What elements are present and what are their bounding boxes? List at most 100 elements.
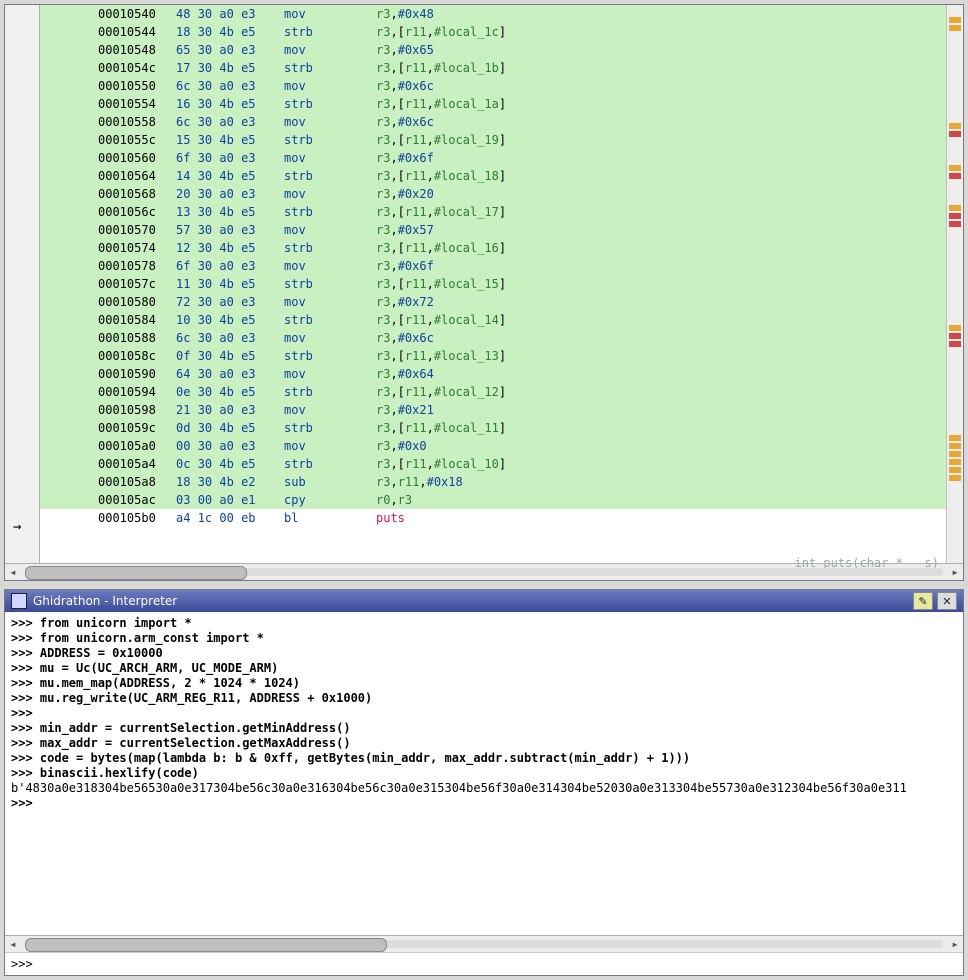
listing-row[interactable]: 0001054865 30 a0 e3movr3,#0x65 xyxy=(40,41,946,59)
interpreter-line: >>> from unicorn.arm_const import * xyxy=(11,631,957,646)
listing-row[interactable]: 0001059064 30 a0 e3movr3,#0x64 xyxy=(40,365,946,383)
address: 0001054c xyxy=(98,59,176,77)
operands: r3,[r11,#local_18] xyxy=(376,167,946,185)
listing-row[interactable]: 0001059821 30 a0 e3movr3,#0x21 xyxy=(40,401,946,419)
operands: r3,[r11,#local_19] xyxy=(376,131,946,149)
bytes: 18 30 4b e2 xyxy=(176,473,284,491)
overview-mark[interactable] xyxy=(949,205,961,211)
overview-mark[interactable] xyxy=(949,341,961,347)
bytes: 0d 30 4b e5 xyxy=(176,419,284,437)
bytes: 72 30 a0 e3 xyxy=(176,293,284,311)
interpreter-line: >>> code = bytes(map(lambda b: b & 0xff,… xyxy=(11,751,957,766)
listing-lines[interactable]: 0001054048 30 a0 e3movr3,#0x480001054418… xyxy=(40,5,946,563)
operands: r3,[r11,#local_13] xyxy=(376,347,946,365)
bytes: 15 30 4b e5 xyxy=(176,131,284,149)
listing-row[interactable]: 0001054418 30 4b e5strbr3,[r11,#local_1c… xyxy=(40,23,946,41)
overview-mark[interactable] xyxy=(949,173,961,179)
listing-row[interactable]: 000105a40c 30 4b e5strbr3,[r11,#local_10… xyxy=(40,455,946,473)
overview-strip[interactable] xyxy=(946,5,963,563)
listing-row[interactable]: 000105586c 30 a0 e3movr3,#0x6c xyxy=(40,113,946,131)
listing-row[interactable]: 0001055416 30 4b e5strbr3,[r11,#local_1a… xyxy=(40,95,946,113)
overview-mark[interactable] xyxy=(949,25,961,31)
mnemonic: bl xyxy=(284,509,376,527)
overview-mark[interactable] xyxy=(949,123,961,129)
interpreter-hscroll-thumb[interactable] xyxy=(25,938,387,952)
edit-icon[interactable]: ✎ xyxy=(913,592,933,610)
listing-row[interactable]: 0001055c15 30 4b e5strbr3,[r11,#local_19… xyxy=(40,131,946,149)
interpreter-window-icon xyxy=(11,593,27,609)
interpreter-line: >>> mu.mem_map(ADDRESS, 2 * 1024 * 1024) xyxy=(11,676,957,691)
overview-mark[interactable] xyxy=(949,333,961,339)
operands: r3,[r11,#local_1b] xyxy=(376,59,946,77)
interpreter-input[interactable] xyxy=(37,956,957,972)
mnemonic: cpy xyxy=(284,491,376,509)
listing-hscroll-thumb[interactable] xyxy=(25,566,247,580)
interpreter-titlebar[interactable]: Ghidrathon - Interpreter ✎ ✕ xyxy=(5,590,963,612)
listing-row[interactable]: 000105606f 30 a0 e3movr3,#0x6f xyxy=(40,149,946,167)
interpreter-hscrollbar[interactable]: ◂ ▸ xyxy=(5,935,963,952)
scroll-left-icon[interactable]: ◂ xyxy=(5,936,21,952)
address: 000105a0 xyxy=(98,437,176,455)
listing-row[interactable]: 0001059c0d 30 4b e5strbr3,[r11,#local_11… xyxy=(40,419,946,437)
listing-row[interactable]: 0001056820 30 a0 e3movr3,#0x20 xyxy=(40,185,946,203)
scroll-right-icon[interactable]: ▸ xyxy=(947,564,963,580)
mnemonic: strb xyxy=(284,275,376,293)
listing-row[interactable]: 0001057412 30 4b e5strbr3,[r11,#local_16… xyxy=(40,239,946,257)
operands: r3,[r11,#local_11] xyxy=(376,419,946,437)
overview-mark[interactable] xyxy=(949,131,961,137)
interpreter-hscroll-track[interactable] xyxy=(25,940,943,948)
overview-mark[interactable] xyxy=(949,325,961,331)
overview-mark[interactable] xyxy=(949,213,961,219)
listing-row[interactable]: 0001057c11 30 4b e5strbr3,[r11,#local_15… xyxy=(40,275,946,293)
listing-gutter: → xyxy=(5,5,40,563)
mnemonic: strb xyxy=(284,59,376,77)
overview-mark[interactable] xyxy=(949,165,961,171)
listing-row[interactable]: 0001054048 30 a0 e3movr3,#0x48 xyxy=(40,5,946,23)
overview-mark[interactable] xyxy=(949,451,961,457)
overview-mark[interactable] xyxy=(949,17,961,23)
overview-mark[interactable] xyxy=(949,443,961,449)
address: 0001056c xyxy=(98,203,176,221)
bytes: 6c 30 a0 e3 xyxy=(176,77,284,95)
mnemonic: strb xyxy=(284,203,376,221)
close-icon[interactable]: ✕ xyxy=(937,592,957,610)
overview-mark[interactable] xyxy=(949,475,961,481)
listing-row[interactable]: 000105a000 30 a0 e3movr3,#0x0 xyxy=(40,437,946,455)
listing-row[interactable]: 0001058410 30 4b e5strbr3,[r11,#local_14… xyxy=(40,311,946,329)
listing-row[interactable]: 000105b0a4 1c 00 ebblputs xyxy=(40,509,946,527)
mnemonic: strb xyxy=(284,95,376,113)
listing-row[interactable]: 0001058c0f 30 4b e5strbr3,[r11,#local_13… xyxy=(40,347,946,365)
scroll-left-icon[interactable]: ◂ xyxy=(5,564,21,580)
interpreter-prompt-line: >>> xyxy=(5,952,963,975)
mnemonic: strb xyxy=(284,23,376,41)
listing-row[interactable]: 0001058072 30 a0 e3movr3,#0x72 xyxy=(40,293,946,311)
mnemonic: mov xyxy=(284,437,376,455)
operands: r3,#0x72 xyxy=(376,293,946,311)
listing-row[interactable]: 000105a818 30 4b e2subr3,r11,#0x18 xyxy=(40,473,946,491)
listing-row[interactable]: 000105506c 30 a0 e3movr3,#0x6c xyxy=(40,77,946,95)
interpreter-line: >>> mu.reg_write(UC_ARM_REG_R11, ADDRESS… xyxy=(11,691,957,706)
listing-row[interactable]: 000105ac03 00 a0 e1cpyr0,r3 xyxy=(40,491,946,509)
listing-row[interactable]: 0001056414 30 4b e5strbr3,[r11,#local_18… xyxy=(40,167,946,185)
address: 000105a8 xyxy=(98,473,176,491)
overview-mark[interactable] xyxy=(949,221,961,227)
overview-mark[interactable] xyxy=(949,435,961,441)
interpreter-line: >>> from unicorn import * xyxy=(11,616,957,631)
overview-mark[interactable] xyxy=(949,459,961,465)
bytes: 21 30 a0 e3 xyxy=(176,401,284,419)
bytes: 03 00 a0 e1 xyxy=(176,491,284,509)
overview-mark[interactable] xyxy=(949,467,961,473)
listing-row[interactable]: 000105886c 30 a0 e3movr3,#0x6c xyxy=(40,329,946,347)
listing-hscroll-track[interactable] xyxy=(25,568,943,576)
listing-row[interactable]: 0001056c13 30 4b e5strbr3,[r11,#local_17… xyxy=(40,203,946,221)
bytes: 13 30 4b e5 xyxy=(176,203,284,221)
address: 0001055c xyxy=(98,131,176,149)
disassembly-listing-panel: → 0001054048 30 a0 e3movr3,#0x4800010544… xyxy=(4,4,964,581)
address: 00010550 xyxy=(98,77,176,95)
listing-row[interactable]: 0001057057 30 a0 e3movr3,#0x57 xyxy=(40,221,946,239)
listing-row[interactable]: 000105786f 30 a0 e3movr3,#0x6f xyxy=(40,257,946,275)
scroll-right-icon[interactable]: ▸ xyxy=(947,936,963,952)
listing-row[interactable]: 000105940e 30 4b e5strbr3,[r11,#local_12… xyxy=(40,383,946,401)
listing-row[interactable]: 0001054c17 30 4b e5strbr3,[r11,#local_1b… xyxy=(40,59,946,77)
interpreter-output[interactable]: >>> from unicorn import *>>> from unicor… xyxy=(5,612,963,935)
